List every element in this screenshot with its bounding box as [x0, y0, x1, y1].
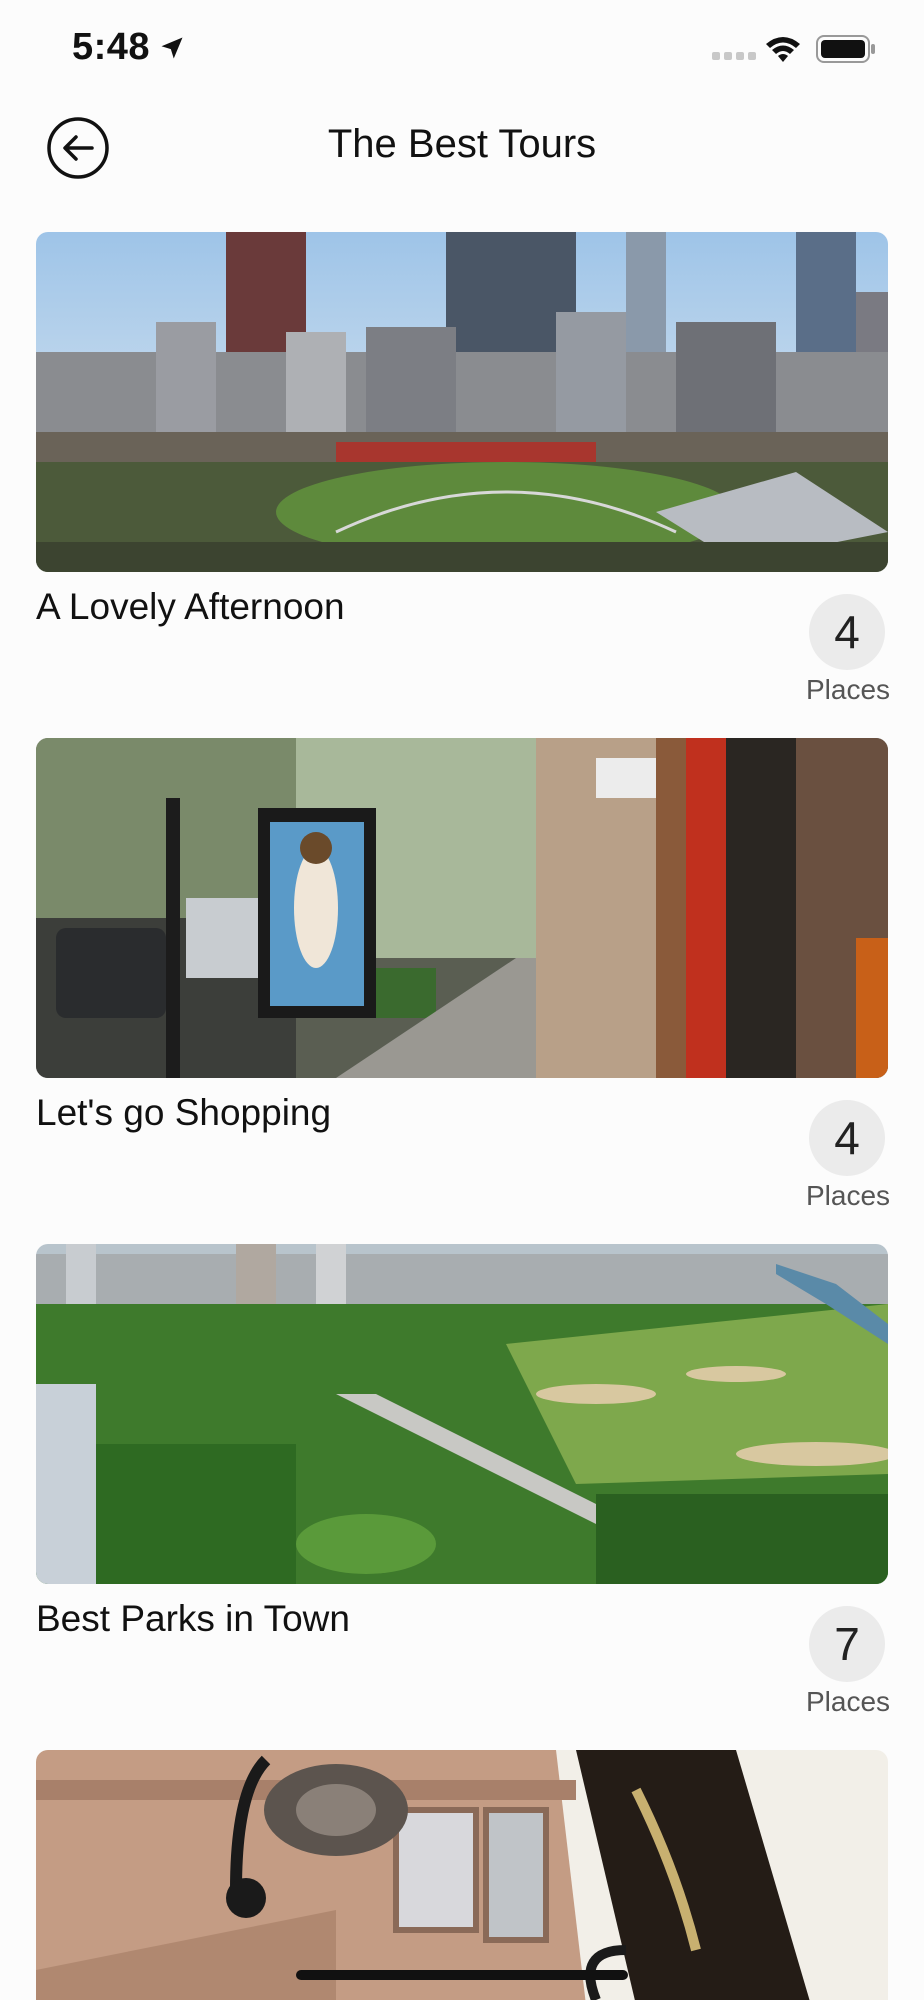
tour-card[interactable]: A Lovely Afternoon 4 Places [36, 232, 891, 712]
places-count: 4 [809, 1100, 885, 1176]
tour-card[interactable]: Let's go Shopping 4 Places [36, 738, 891, 1218]
places-label: Places [806, 1180, 891, 1211]
wifi-icon [766, 37, 800, 62]
status-time: 5:48 [72, 26, 151, 68]
page-title: The Best Tours [327, 122, 597, 166]
tour-title: Let's go Shopping [36, 1092, 332, 1133]
places-label: Places [806, 674, 891, 705]
tour-title: A Lovely Afternoon [36, 586, 345, 627]
location-arrow-icon [161, 37, 183, 59]
places-badge: 4 Places [806, 594, 891, 706]
status-bar: 5:48 [0, 0, 924, 100]
places-count: 7 [809, 1606, 885, 1682]
tour-image-city-skyline [36, 232, 888, 572]
tour-title: Best Parks in Town [36, 1598, 350, 1639]
tour-card[interactable]: Best Parks in Town 7 Places [36, 1244, 891, 1724]
places-badge: 7 Places [806, 1606, 891, 1718]
tour-image-shopping-street [36, 738, 888, 1078]
tour-card[interactable] [36, 1750, 888, 2000]
tour-image-park-aerial [36, 1244, 888, 1584]
places-badge: 4 Places [806, 1100, 891, 1212]
places-count: 4 [809, 594, 885, 670]
battery-icon [816, 35, 875, 63]
home-indicator [296, 1970, 628, 1980]
tour-image-building-facade [36, 1750, 888, 2000]
navigation-header: The Best Tours [0, 100, 924, 220]
places-label: Places [806, 1686, 891, 1717]
cellular-signal-icon [712, 52, 756, 60]
